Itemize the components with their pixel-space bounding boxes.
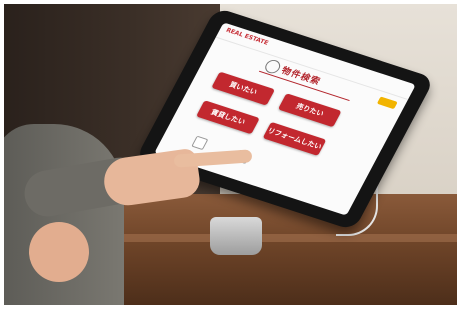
- reform-button[interactable]: リフォームしたい: [262, 121, 327, 156]
- photo: REAL ESTATE 物件検索 買いたい 売りたい 賃貸したい リフォームした…: [4, 4, 457, 305]
- top-action-button[interactable]: [376, 96, 398, 110]
- tablet-stand: [210, 217, 262, 255]
- sell-button[interactable]: 売りたい: [277, 93, 342, 128]
- rent-button[interactable]: 賃貸したい: [196, 100, 260, 135]
- buy-button[interactable]: 買いたい: [211, 71, 276, 106]
- resting-hand: [29, 222, 89, 282]
- footer-icon-left[interactable]: [191, 135, 209, 151]
- brand-text: REAL ESTATE: [224, 26, 270, 47]
